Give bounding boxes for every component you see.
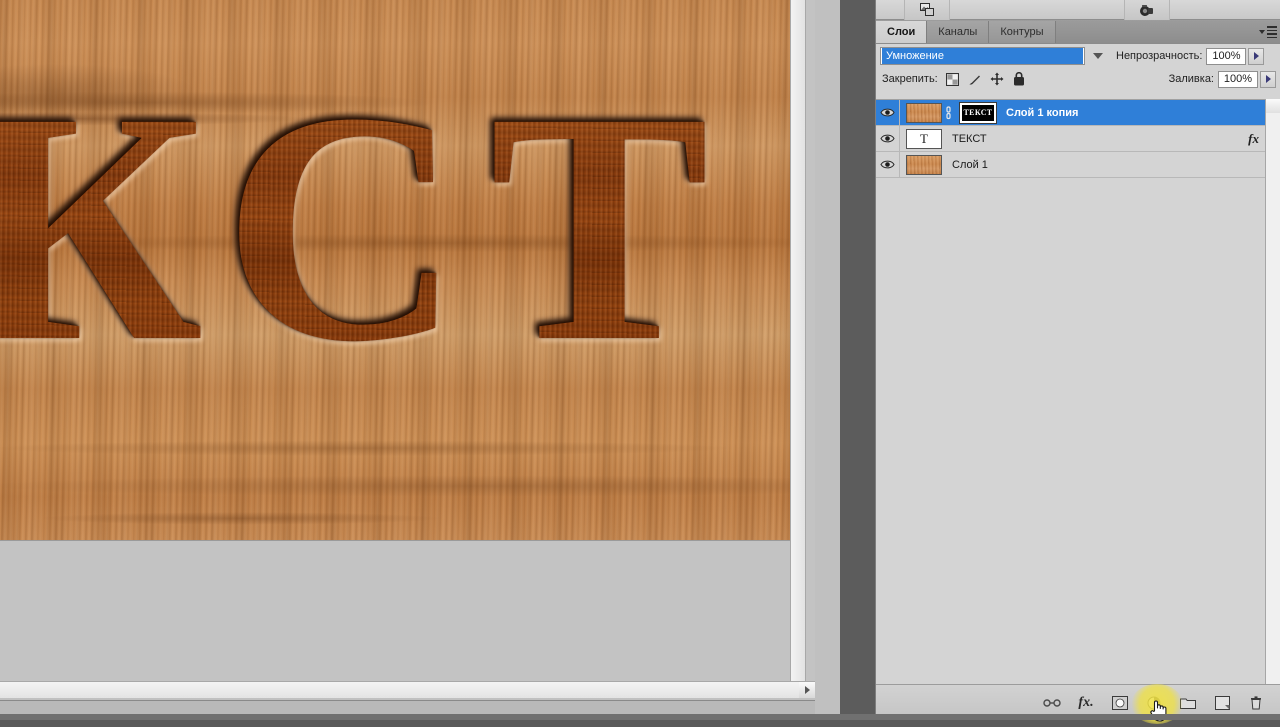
table-row[interactable]: T ТЕКСТ fx xyxy=(876,125,1280,152)
panel-menu-icon[interactable] xyxy=(1256,21,1280,43)
layer-visibility-toggle[interactable] xyxy=(876,125,900,152)
lock-image-pixels-icon[interactable] xyxy=(968,72,982,86)
opacity-stepper[interactable] xyxy=(1248,47,1265,65)
lock-label: Закрепить: xyxy=(882,73,938,85)
application-bottom-bar xyxy=(0,714,1280,720)
layers-scroll-up-arrow[interactable] xyxy=(1266,99,1280,113)
layer-link-icon[interactable] xyxy=(943,105,953,120)
layer-name: ТЕКСТ xyxy=(952,132,987,145)
layers-list: ТЕКСТ Слой 1 копия T ТЕКСТ fx Слой 1 xyxy=(876,99,1280,684)
carved-text-artwork: КСТ xyxy=(0,63,805,408)
layer-name: Слой 1 xyxy=(952,158,988,171)
blend-mode-select[interactable]: Умножение xyxy=(880,47,1085,65)
document-right-margin xyxy=(815,0,840,720)
workspace-gutter xyxy=(840,0,875,720)
layer-effects-fx-icon[interactable]: fx xyxy=(1248,131,1259,147)
delete-layer-icon[interactable] xyxy=(1247,694,1265,712)
fill-input[interactable]: 100% xyxy=(1218,70,1258,88)
lock-transparent-pixels-icon[interactable] xyxy=(946,72,960,86)
new-group-icon[interactable] xyxy=(1179,694,1197,712)
layer-thumbnail[interactable] xyxy=(906,102,942,123)
tab-paths[interactable]: Контуры xyxy=(989,21,1056,43)
layer-mask-thumbnail[interactable]: ТЕКСТ xyxy=(959,101,997,124)
table-row[interactable]: ТЕКСТ Слой 1 копия xyxy=(876,99,1280,126)
mini-bridge-icon[interactable] xyxy=(904,0,950,20)
layer-thumbnail[interactable]: T xyxy=(906,128,942,149)
add-layer-mask-icon[interactable] xyxy=(1111,694,1129,712)
fill-label: Заливка: xyxy=(1168,73,1214,85)
layer-mask-text: ТЕКСТ xyxy=(963,108,993,117)
panel-tab-bar: Слои Каналы Контуры xyxy=(876,20,1280,44)
scroll-right-arrow[interactable] xyxy=(799,682,815,698)
camera-icon[interactable] xyxy=(1124,0,1170,20)
blend-mode-row: Умножение Непрозрачность: 100% xyxy=(876,44,1280,66)
right-panel-dock: Слои Каналы Контуры Умножение Непрозрачн… xyxy=(875,0,1280,720)
lock-all-icon[interactable] xyxy=(1012,72,1026,86)
lock-position-icon[interactable] xyxy=(990,72,1004,86)
layer-visibility-toggle[interactable] xyxy=(876,99,900,126)
opacity-input[interactable]: 100% xyxy=(1206,47,1247,65)
wood-artwork-image[interactable]: КСТ xyxy=(0,0,806,541)
table-row[interactable]: Слой 1 xyxy=(876,151,1280,178)
fill-stepper[interactable] xyxy=(1260,70,1276,88)
canvas-horizontal-scrollbar[interactable] xyxy=(0,681,815,698)
new-adjustment-layer-icon[interactable] xyxy=(1145,694,1163,712)
layer-visibility-toggle[interactable] xyxy=(876,151,900,178)
lock-row: Закрепить: Заливка: 100% xyxy=(876,66,1280,90)
tab-layers[interactable]: Слои xyxy=(876,21,928,43)
tab-bar-filler xyxy=(1055,21,1256,43)
layer-style-fx-icon[interactable]: fx. xyxy=(1077,694,1095,712)
layers-panel-scrollbar[interactable] xyxy=(1265,99,1280,684)
blend-mode-value: Умножение xyxy=(882,48,1083,64)
tab-channels[interactable]: Каналы xyxy=(927,21,990,43)
opacity-label: Непрозрачность: xyxy=(1116,50,1203,62)
blend-mode-dropdown-arrow[interactable] xyxy=(1088,47,1108,65)
new-layer-icon[interactable] xyxy=(1213,694,1231,712)
layer-name: Слой 1 копия xyxy=(1006,106,1079,119)
canvas-vertical-scrollbar[interactable] xyxy=(790,0,807,698)
canvas-viewport[interactable]: КСТ xyxy=(0,0,815,698)
collapsed-panel-icon-bar xyxy=(876,0,1280,20)
document-window: КСТ xyxy=(0,0,840,720)
link-layers-icon[interactable] xyxy=(1043,694,1061,712)
layer-thumbnail[interactable] xyxy=(906,154,942,175)
